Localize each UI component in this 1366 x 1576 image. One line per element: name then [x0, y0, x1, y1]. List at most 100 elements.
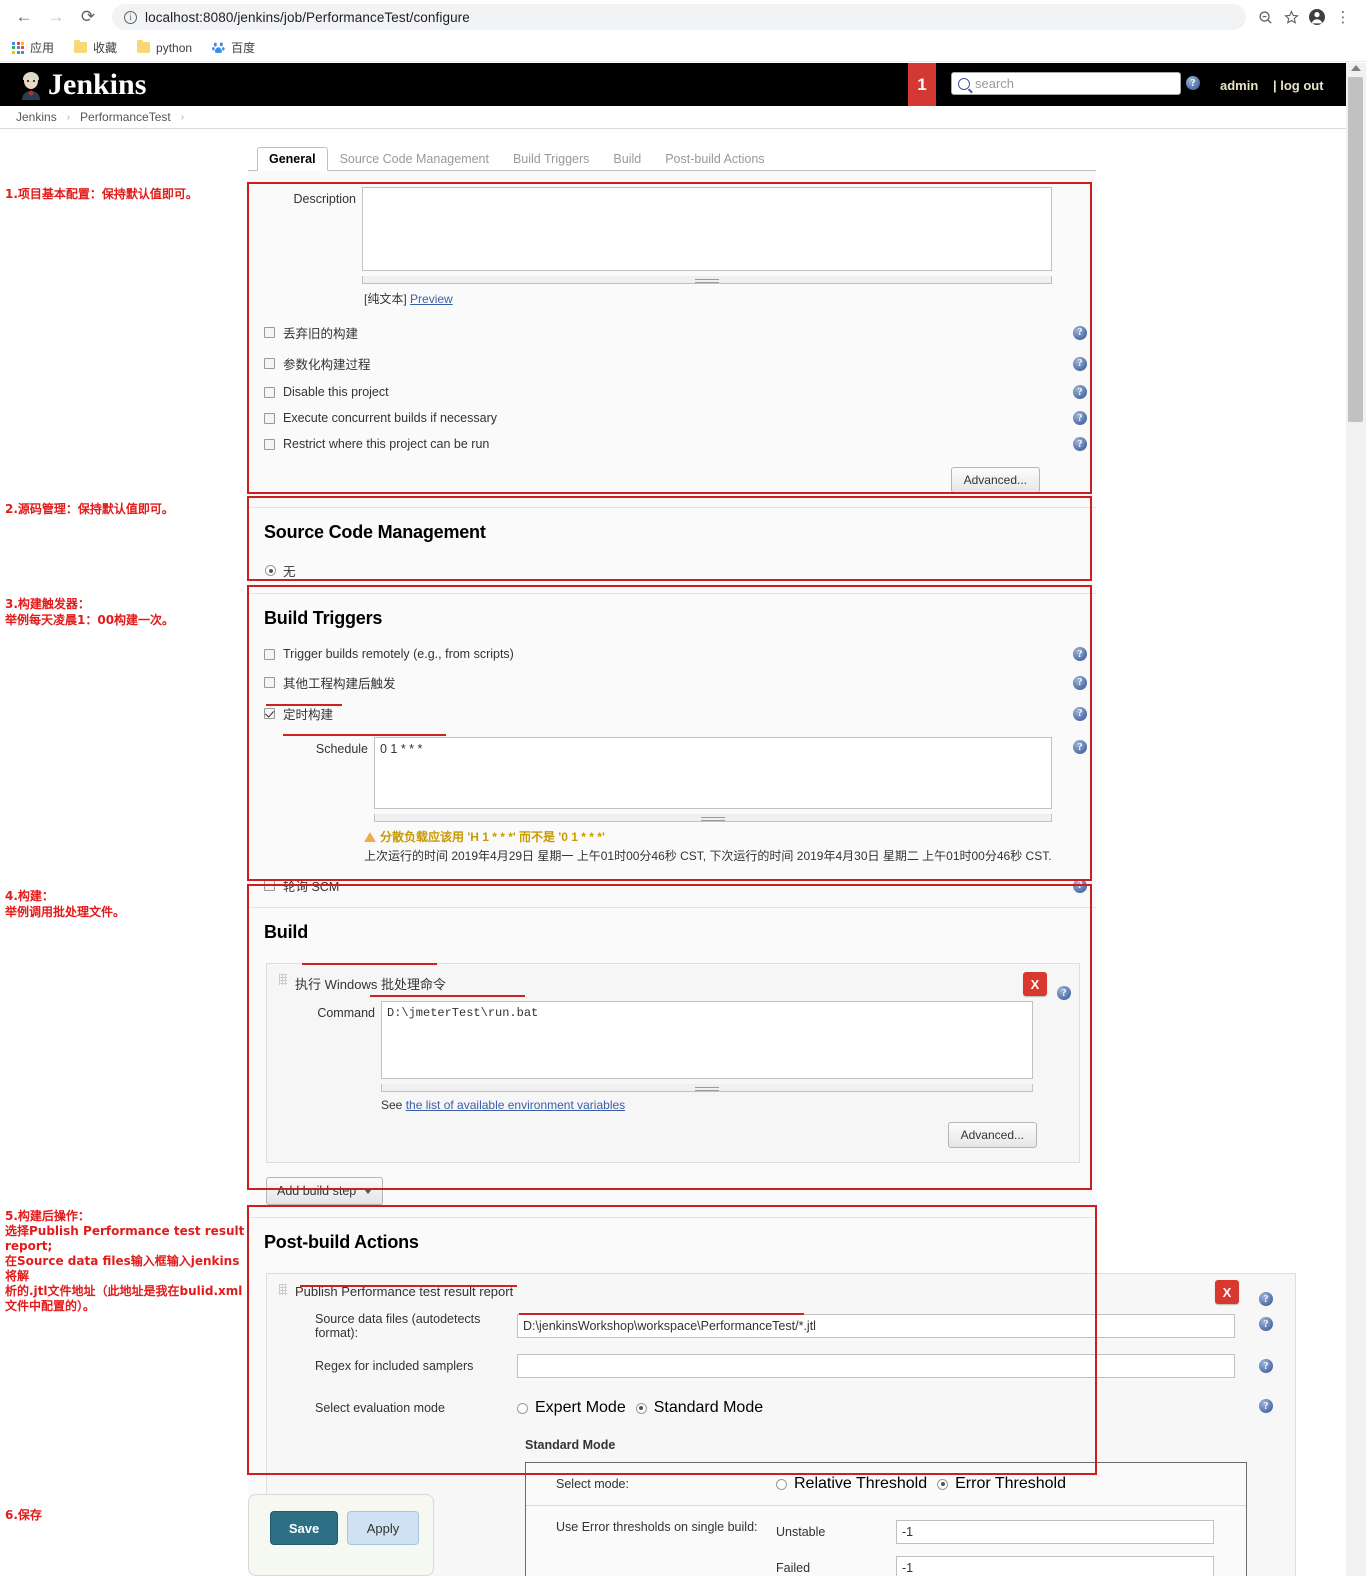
textarea-resize-handle[interactable]	[381, 1084, 1033, 1092]
checkbox-parameterized-build[interactable]: 参数化构建过程 ?	[248, 348, 1096, 379]
search-help-icon[interactable]: ?	[1186, 76, 1200, 90]
help-icon[interactable]: ?	[1073, 411, 1087, 425]
address-bar[interactable]: i localhost:8080/jenkins/job/Performance…	[112, 4, 1246, 30]
help-icon[interactable]: ?	[1073, 676, 1087, 690]
command-textarea[interactable]: D:\jmeterTest\run.bat	[381, 1001, 1033, 1079]
regex-samplers-input[interactable]	[517, 1354, 1235, 1378]
checkbox-box[interactable]	[264, 677, 275, 688]
checkbox-box[interactable]	[264, 439, 275, 450]
checkbox-box[interactable]	[264, 327, 275, 338]
form-footer-bar: Save Apply	[248, 1494, 434, 1576]
tab-source-code-management[interactable]: Source Code Management	[328, 147, 501, 171]
bookmark-baidu[interactable]: 百度	[212, 39, 255, 56]
checkbox-poll-scm[interactable]: 轮询 SCM ?	[248, 870, 1096, 907]
zoom-out-icon[interactable]	[1252, 4, 1278, 30]
screenshot-root: ← → ⟳ i localhost:8080/jenkins/job/Perfo…	[0, 0, 1366, 1576]
bookmark-star-icon[interactable]	[1278, 4, 1304, 30]
environment-variables-link[interactable]: the list of available environment variab…	[406, 1098, 625, 1112]
add-build-step-button[interactable]: Add build step	[266, 1177, 383, 1205]
checkbox-build-periodically[interactable]: 定时构建 ?	[248, 698, 1096, 729]
help-icon[interactable]: ?	[1259, 1399, 1273, 1413]
textarea-resize-handle[interactable]	[374, 814, 1052, 822]
bookmark-python[interactable]: python	[137, 41, 192, 55]
radio-expert-mode[interactable]: Expert Mode	[517, 1399, 626, 1417]
underline-command-value	[370, 995, 525, 997]
source-data-files-input[interactable]	[517, 1314, 1235, 1338]
jenkins-logo[interactable]: Jenkins	[0, 70, 146, 100]
drag-handle-icon[interactable]	[279, 974, 287, 985]
checkbox-restrict-where-run[interactable]: Restrict where this project can be run ?	[248, 431, 1096, 457]
three-dot-menu-icon[interactable]: ⋮	[1330, 4, 1356, 30]
checkbox-box[interactable]	[264, 649, 275, 660]
delete-post-build-action-button[interactable]: X	[1215, 1280, 1239, 1304]
reload-icon[interactable]: ⟳	[74, 3, 102, 31]
radio-error-threshold[interactable]: Error Threshold	[937, 1475, 1066, 1493]
radio-relative-threshold[interactable]: Relative Threshold	[776, 1475, 927, 1493]
tab-build-triggers[interactable]: Build Triggers	[501, 147, 601, 171]
radio-scm-none[interactable]: 无	[248, 555, 1096, 586]
general-advanced-button[interactable]: Advanced...	[951, 467, 1040, 493]
checkbox-concurrent-builds[interactable]: Execute concurrent builds if necessary ?	[248, 405, 1096, 431]
radio-button[interactable]	[636, 1403, 647, 1414]
help-icon[interactable]: ?	[1073, 707, 1087, 721]
bookmark-label: 收藏	[93, 39, 117, 56]
site-info-icon[interactable]: i	[124, 11, 137, 24]
help-icon[interactable]: ?	[1259, 1317, 1273, 1331]
bookmark-apps[interactable]: 应用	[12, 39, 54, 56]
help-icon[interactable]: ?	[1259, 1292, 1273, 1306]
help-icon[interactable]: ?	[1073, 740, 1087, 754]
checkbox-label: 其他工程构建后触发	[283, 673, 396, 692]
scroll-up-arrow-icon[interactable]	[1351, 65, 1361, 71]
command-row: Command D:\jmeterTest\run.bat	[267, 999, 1079, 1094]
delete-build-step-button[interactable]: X	[1023, 972, 1047, 996]
tab-general[interactable]: General	[257, 147, 328, 172]
help-icon[interactable]: ?	[1073, 437, 1087, 451]
textarea-resize-handle[interactable]	[362, 276, 1052, 284]
failed-threshold-input[interactable]	[896, 1556, 1214, 1576]
description-textarea[interactable]	[362, 187, 1052, 271]
help-icon[interactable]: ?	[1259, 1359, 1273, 1373]
drag-handle-icon[interactable]	[279, 1284, 287, 1295]
bookmark-label: python	[156, 41, 192, 55]
build-advanced-button[interactable]: Advanced...	[948, 1122, 1037, 1148]
breadcrumb-job[interactable]: PerformanceTest	[80, 110, 171, 124]
back-arrow-icon[interactable]: ←	[10, 3, 38, 31]
logout-link[interactable]: | log out	[1273, 78, 1324, 93]
apply-button[interactable]: Apply	[347, 1511, 419, 1545]
user-link[interactable]: admin	[1220, 78, 1258, 93]
help-icon[interactable]: ?	[1073, 879, 1087, 893]
checkbox-box[interactable]	[264, 708, 275, 719]
checkbox-disable-project[interactable]: Disable this project ?	[248, 379, 1096, 405]
checkbox-box[interactable]	[264, 880, 275, 891]
breadcrumb-root[interactable]: Jenkins	[16, 110, 57, 124]
schedule-textarea[interactable]: 0 1 * * *	[374, 737, 1052, 809]
save-button[interactable]: Save	[270, 1511, 338, 1545]
browser-toolbar: ← → ⟳ i localhost:8080/jenkins/job/Perfo…	[0, 0, 1366, 34]
build-queue-badge[interactable]: 1	[908, 63, 936, 106]
radio-standard-mode[interactable]: Standard Mode	[636, 1399, 763, 1417]
help-icon[interactable]: ?	[1073, 326, 1087, 340]
checkbox-box[interactable]	[264, 358, 275, 369]
help-icon[interactable]: ?	[1073, 357, 1087, 371]
page-scrollbar[interactable]	[1346, 63, 1366, 1576]
help-icon[interactable]: ?	[1057, 986, 1071, 1000]
radio-button[interactable]	[265, 565, 276, 576]
profile-icon[interactable]	[1304, 4, 1330, 30]
radio-button[interactable]	[517, 1403, 528, 1414]
tab-build[interactable]: Build	[601, 147, 653, 171]
checkbox-trigger-remotely[interactable]: Trigger builds remotely (e.g., from scri…	[248, 641, 1096, 667]
search-input[interactable]: search	[951, 72, 1181, 95]
unstable-threshold-input[interactable]	[896, 1520, 1214, 1544]
checkbox-build-after-other-projects[interactable]: 其他工程构建后触发 ?	[248, 667, 1096, 698]
bookmark-favorites[interactable]: 收藏	[74, 39, 117, 56]
radio-button[interactable]	[937, 1479, 948, 1490]
checkbox-box[interactable]	[264, 387, 275, 398]
help-icon[interactable]: ?	[1073, 647, 1087, 661]
tab-post-build-actions[interactable]: Post-build Actions	[653, 147, 776, 171]
radio-button[interactable]	[776, 1479, 787, 1490]
scrollbar-thumb[interactable]	[1348, 77, 1363, 422]
preview-link[interactable]: Preview	[410, 292, 453, 306]
checkbox-box[interactable]	[264, 413, 275, 424]
help-icon[interactable]: ?	[1073, 385, 1087, 399]
checkbox-discard-old-builds[interactable]: 丢弃旧的构建 ?	[248, 317, 1096, 348]
